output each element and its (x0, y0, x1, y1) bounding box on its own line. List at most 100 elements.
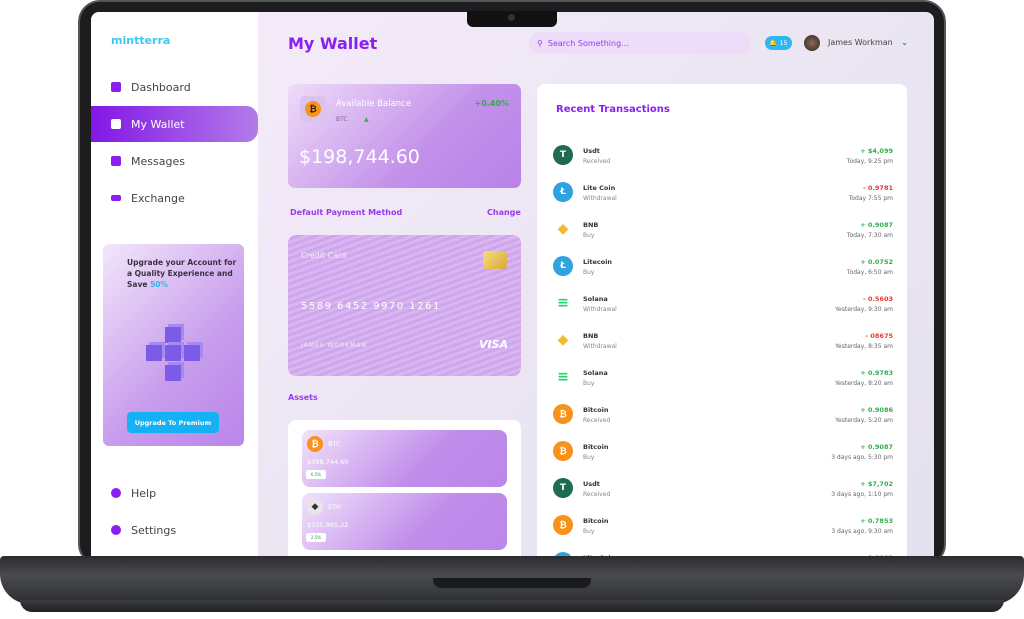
transaction-amount: + 0.9086 (860, 406, 893, 414)
arrow-up-icon: ▲ (364, 116, 369, 123)
transaction-time: Yesterday, 8:20 am (835, 380, 893, 387)
transaction-amount: + $4,099 (860, 147, 893, 155)
transaction-amount: + 0.7853 (860, 517, 893, 525)
avatar[interactable] (804, 35, 820, 51)
sidebar-item-exchange[interactable]: Exchange (91, 180, 258, 216)
transaction-amount: + 0.9087 (860, 221, 893, 229)
wallet-icon (111, 119, 121, 129)
transaction-row[interactable]: ≡ Solana Buy + 0.9783 Yesterday, 8:20 am (553, 367, 893, 397)
transaction-name: Solana (583, 369, 608, 377)
transaction-time: 3 days ago, 1:10 pm (831, 491, 893, 498)
transaction-type: Withdrawal (583, 306, 617, 313)
transaction-type: Buy (583, 528, 595, 535)
transaction-row[interactable]: T Usdt Received + $7,702 3 days ago, 1:1… (553, 478, 893, 508)
bitcoin-icon: ₿ (305, 101, 321, 117)
chip-icon (483, 251, 507, 269)
tether-icon: T (553, 478, 573, 498)
solana-icon: ≡ (553, 367, 573, 387)
transaction-time: 3 days ago, 5:30 pm (831, 454, 893, 461)
transaction-name: BNB (583, 332, 599, 340)
change-badge: 6.5% (306, 470, 326, 479)
upgrade-card: Upgrade your Account for a Quality Exper… (103, 244, 244, 446)
assets-panel: ₿ BTC $398,744.60 6.5% ◆ ETH $125,985,22… (288, 420, 521, 557)
transaction-time: Today, 7:30 am (846, 232, 893, 239)
transaction-type: Buy (583, 232, 595, 239)
screen: mintterra Dashboard My Wallet Messages E… (91, 12, 934, 557)
upgrade-button[interactable]: Upgrade To Premium (127, 412, 219, 433)
transaction-type: Received (583, 158, 611, 165)
transaction-type: Received (583, 491, 611, 498)
change-payment-link[interactable]: Change (487, 208, 521, 217)
transaction-amount: + 0.9783 (860, 369, 893, 377)
upgrade-text: Upgrade your Account for a Quality Exper… (127, 258, 237, 289)
bitcoin-icon: ₿ (553, 441, 573, 461)
transaction-type: Buy (583, 380, 595, 387)
notifications-button[interactable]: 🔔 15 (765, 36, 792, 50)
sidebar-item-my-wallet[interactable]: My Wallet (91, 106, 258, 142)
transaction-time: Yesterday, 8:35 am (835, 343, 893, 350)
transaction-name: Usdt (583, 147, 600, 155)
transaction-amount: + 0.9087 (860, 443, 893, 451)
change-badge: 2.5% (306, 533, 326, 542)
transactions-title: Recent Transactions (556, 104, 670, 115)
bell-icon: 🔔 (769, 39, 778, 47)
balance-amount: $198,744.60 (299, 146, 420, 168)
sidebar-item-dashboard[interactable]: Dashboard (91, 69, 258, 105)
transaction-type: Buy (583, 269, 595, 276)
recent-transactions-panel: Recent Transactions T Usdt Received + $4… (537, 84, 907, 557)
sidebar-item-label: Dashboard (131, 80, 191, 94)
search-icon: ⚲ (537, 38, 543, 48)
transaction-row[interactable]: ₿ Bitcoin Buy + 0.7853 3 days ago, 9:30 … (553, 515, 893, 545)
assets-label: Assets (288, 393, 318, 402)
transaction-row[interactable]: T Usdt Received + $4,099 Today, 9:25 pm (553, 145, 893, 175)
asset-card-btc[interactable]: ₿ BTC $398,744.60 6.5% (302, 430, 507, 487)
grid-icon (111, 82, 121, 92)
sidebar-item-label: Help (131, 486, 157, 500)
gear-icon (111, 525, 121, 535)
transaction-row[interactable]: Ł Lite Coin Withdrawal - 0.9781 Today 7:… (553, 182, 893, 212)
transaction-row[interactable]: ₿ Bitcoin Received + 0.9086 Yesterday, 5… (553, 404, 893, 434)
transaction-row[interactable]: ≡ Solana Withdrawal - 0.5603 Yesterday, … (553, 293, 893, 323)
transaction-time: 3 days ago, 9:30 am (831, 528, 893, 535)
solana-icon: ≡ (553, 293, 573, 313)
transaction-row[interactable]: ₿ Bitcoin Buy + 0.9087 3 days ago, 5:30 … (553, 441, 893, 471)
page-title: My Wallet (288, 34, 378, 53)
bnb-icon: ◆ (557, 221, 569, 237)
transaction-name: Litecoin (583, 258, 613, 266)
balance-label: Available Balance (336, 99, 412, 109)
user-menu[interactable]: James Workman ⌄ (828, 38, 908, 47)
ethereum-icon: ◆ (307, 499, 323, 515)
litecoin-icon: Ł (553, 256, 573, 276)
litecoin-icon: Ł (553, 182, 573, 202)
sidebar-item-settings[interactable]: Settings (91, 512, 258, 548)
credit-card[interactable]: Credit Card 5589 6452 9970 1261 JAMES WO… (288, 235, 521, 376)
transaction-name: Bitcoin (583, 406, 609, 414)
bitcoin-icon: ₿ (553, 515, 573, 535)
transaction-type: Withdrawal (583, 343, 617, 350)
sidebar-item-help[interactable]: Help (91, 475, 258, 511)
bitcoin-icon: ₿ (307, 436, 323, 452)
transaction-amount: + $7,702 (860, 480, 893, 488)
transaction-row[interactable]: ◆ BNB Buy + 0.9087 Today, 7:30 am (553, 219, 893, 249)
transaction-amount: - 08675 (865, 332, 893, 340)
transaction-type: Withdrawal (583, 195, 617, 202)
laptop-base-bottom (20, 600, 1004, 612)
transaction-row[interactable]: Ł Litecoin Buy + 0.0752 Today, 6:50 am (553, 256, 893, 286)
transaction-time: Yesterday, 9:30 am (835, 306, 893, 313)
balance-card: ₿ Available Balance BTC ▲ +0.40% $198,74… (288, 84, 521, 188)
transaction-time: Yesterday, 5:20 am (835, 417, 893, 424)
card-label: Credit Card (301, 251, 347, 260)
balance-currency: BTC (336, 116, 348, 123)
bitcoin-icon: ₿ (553, 404, 573, 424)
sidebar-item-messages[interactable]: Messages (91, 143, 258, 179)
search-input[interactable]: ⚲ Search Something... (529, 32, 751, 54)
visa-logo: VISA (478, 338, 508, 351)
asset-card-eth[interactable]: ◆ ETH $125,985,22 2.5% (302, 493, 507, 550)
transaction-name: Bitcoin (583, 443, 609, 451)
transaction-name: Lite Coin (583, 184, 616, 192)
exchange-icon (111, 195, 121, 201)
transaction-amount: - 0.5603 (862, 295, 893, 303)
blockchain-illustration (138, 319, 208, 389)
transaction-row[interactable]: ◆ BNB Withdrawal - 08675 Yesterday, 8:35… (553, 330, 893, 360)
transaction-name: Solana (583, 295, 608, 303)
